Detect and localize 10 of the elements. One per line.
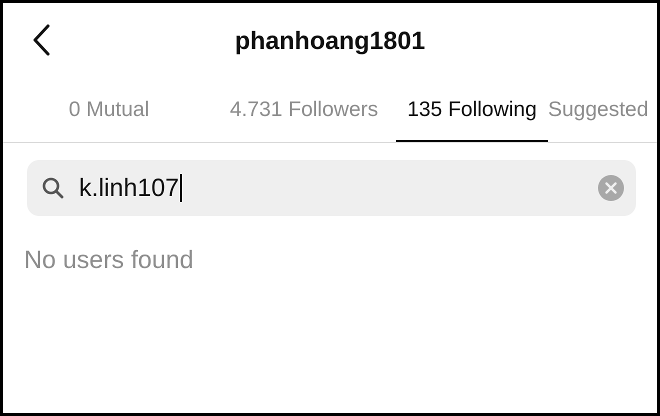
tab[interactable]: 135 Following xyxy=(396,79,548,142)
tab[interactable]: Suggested xyxy=(548,79,648,142)
empty-message: No users found xyxy=(24,246,194,275)
tab[interactable]: 0 Mutual xyxy=(9,79,209,142)
tab[interactable]: 4.731 Followers xyxy=(212,79,396,142)
search-text: k.linh107 xyxy=(79,174,180,202)
text-cursor xyxy=(180,174,182,202)
profile-username: phanhoang1801 xyxy=(234,26,426,56)
search-field[interactable]: k.linh107 xyxy=(27,160,636,216)
search-icon xyxy=(41,176,65,200)
